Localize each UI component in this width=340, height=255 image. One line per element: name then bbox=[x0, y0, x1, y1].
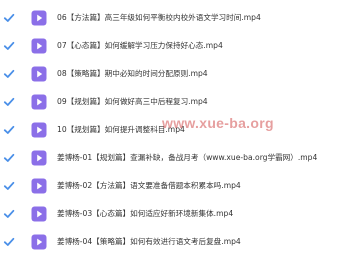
file-row[interactable]: 09【规划篇】如何做好高三中后程复习.mp4 bbox=[0, 88, 340, 115]
file-name: 08【策略篇】期中必知的时间分配原则.mp4 bbox=[57, 69, 208, 78]
video-file-icon bbox=[31, 234, 47, 250]
checkbox-checked-icon[interactable] bbox=[3, 236, 15, 248]
video-file-icon bbox=[31, 122, 47, 138]
file-row[interactable]: 10【规划篇】如何提升调整科目.mp4 bbox=[0, 116, 340, 143]
file-row[interactable]: 姜博杨-04【策略篇】如何有效进行语文考后复盘.mp4 bbox=[0, 228, 340, 255]
file-name: 07【心态篇】如何缓解学习压力保持好心态.mp4 bbox=[57, 41, 223, 50]
checkbox-checked-icon[interactable] bbox=[3, 40, 15, 52]
checkbox-checked-icon[interactable] bbox=[3, 208, 15, 220]
video-file-icon bbox=[31, 206, 47, 222]
video-file-icon bbox=[31, 38, 47, 54]
file-name: 10【规划篇】如何提升调整科目.mp4 bbox=[57, 125, 185, 134]
file-name: 姜博杨-03【心态篇】如何适应好新环境新集体.mp4 bbox=[57, 209, 234, 218]
checkbox-checked-icon[interactable] bbox=[3, 96, 15, 108]
file-row[interactable]: 08【策略篇】期中必知的时间分配原则.mp4 bbox=[0, 60, 340, 87]
file-row[interactable]: 07【心态篇】如何缓解学习压力保持好心态.mp4 bbox=[0, 32, 340, 59]
file-name: 09【规划篇】如何做好高三中后程复习.mp4 bbox=[57, 97, 208, 106]
file-row[interactable]: 06【方法篇】高三年级如何平衡校内校外语文学习时间.mp4 bbox=[0, 4, 340, 31]
checkbox-checked-icon[interactable] bbox=[3, 124, 15, 136]
file-name: 姜博杨-04【策略篇】如何有效进行语文考后复盘.mp4 bbox=[57, 237, 241, 246]
video-file-icon bbox=[31, 150, 47, 166]
video-file-icon bbox=[31, 66, 47, 82]
video-file-icon bbox=[31, 178, 47, 194]
file-row[interactable]: 姜博杨-02【方法篇】语文要准备借题本积累本吗.mp4 bbox=[0, 172, 340, 199]
checkbox-checked-icon[interactable] bbox=[3, 152, 15, 164]
file-row[interactable]: 姜博杨-03【心态篇】如何适应好新环境新集体.mp4 bbox=[0, 200, 340, 227]
file-row[interactable]: 姜博杨-01【规划篇】查漏补缺，备战月考（www.xue-ba.org学霸网）.… bbox=[0, 144, 340, 171]
checkbox-checked-icon[interactable] bbox=[3, 180, 15, 192]
checkbox-checked-icon[interactable] bbox=[3, 12, 15, 24]
file-list: 06【方法篇】高三年级如何平衡校内校外语文学习时间.mp4 07【心态篇】如何缓… bbox=[0, 0, 340, 252]
file-name: 06【方法篇】高三年级如何平衡校内校外语文学习时间.mp4 bbox=[57, 13, 261, 22]
file-name: 姜博杨-02【方法篇】语文要准备借题本积累本吗.mp4 bbox=[57, 181, 241, 190]
file-name: 姜博杨-01【规划篇】查漏补缺，备战月考（www.xue-ba.org学霸网）.… bbox=[57, 153, 318, 162]
video-file-icon bbox=[31, 10, 47, 26]
video-file-icon bbox=[31, 94, 47, 110]
checkbox-checked-icon[interactable] bbox=[3, 68, 15, 80]
